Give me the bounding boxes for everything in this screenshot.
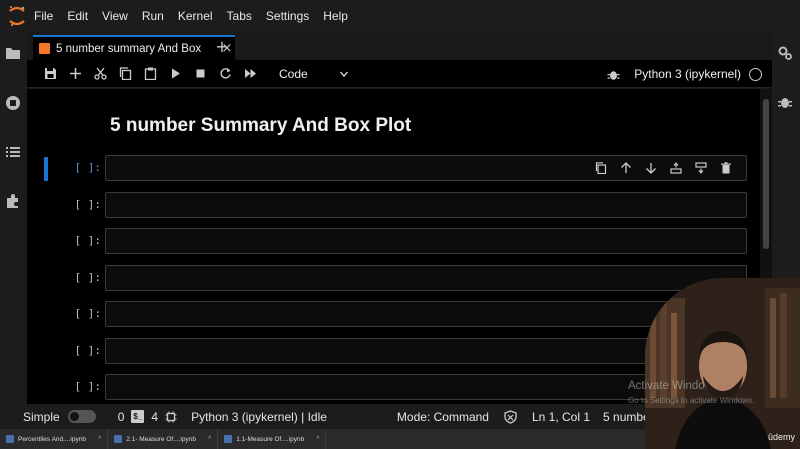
cell-prompt: [ ]: [74, 344, 102, 357]
folder-icon[interactable] [4, 44, 22, 62]
running-kernels-icon[interactable] [4, 94, 22, 112]
webcam-overlay [645, 278, 800, 449]
menu-help[interactable]: Help [323, 9, 348, 23]
markdown-heading: 5 number Summary And Box Plot [110, 115, 412, 136]
cursor-position[interactable]: Ln 1, Col 1 [532, 410, 590, 424]
debugger-bug-icon[interactable] [776, 93, 794, 111]
notebook-icon [39, 43, 50, 54]
security-shield-icon[interactable] [504, 409, 517, 424]
kernel-status-text[interactable]: Python 3 (ipykernel) | Idle [191, 410, 327, 424]
cell-editor[interactable] [105, 265, 747, 291]
kernels-count: 4 [151, 409, 159, 424]
table-of-contents-icon[interactable] [4, 143, 22, 161]
run-icon[interactable] [163, 64, 188, 84]
menu-view[interactable]: View [102, 9, 128, 23]
code-cell[interactable]: [ ]: [27, 228, 760, 254]
kernel-status-icon [749, 67, 762, 81]
menu-run[interactable]: Run [142, 9, 164, 23]
debug-bug-icon[interactable] [601, 64, 626, 84]
active-cell-marker [44, 157, 48, 181]
file-icon [6, 435, 14, 443]
download-item-label: 2.1- Measure Of....ipynb [126, 435, 196, 443]
menu-file[interactable]: File [34, 9, 53, 23]
cell-prompt: [ ]: [74, 307, 102, 320]
tab-notebook[interactable]: 5 number summary And Box × [33, 35, 235, 60]
cell-prompt: [ ]: [74, 161, 102, 174]
kernel-indicator: Python 3 (ipykernel) [601, 60, 762, 88]
cell-type-select[interactable]: Code [279, 67, 349, 81]
restart-icon[interactable] [213, 64, 238, 84]
scrollbar-thumb[interactable] [763, 99, 769, 249]
code-cell[interactable]: [ ]: [27, 265, 760, 291]
notebook-toolbar: Code Python 3 (ipykernel) [27, 60, 772, 88]
activate-windows-subtitle: Go to Settings to activate Windows. [628, 396, 755, 405]
chevron-up-icon[interactable]: ^ [316, 436, 319, 443]
presenter-video-image [645, 278, 800, 449]
kernel-chip-icon[interactable] [165, 411, 177, 423]
save-icon[interactable] [38, 64, 63, 84]
simple-mode-toggle[interactable] [67, 410, 96, 423]
cell-editor[interactable] [105, 155, 747, 181]
code-cell[interactable]: [ ]: [27, 301, 760, 327]
paste-icon[interactable] [138, 64, 163, 84]
left-sidebar [0, 32, 27, 404]
cell-editor[interactable] [105, 301, 747, 327]
menu-tabs[interactable]: Tabs [227, 9, 252, 23]
menu-kernel[interactable]: Kernel [178, 9, 213, 23]
move-down-icon[interactable] [638, 159, 663, 177]
duplicate-cell-icon[interactable] [588, 159, 613, 177]
notebook-mode: Mode: Command [396, 409, 489, 424]
menu-settings[interactable]: Settings [266, 9, 309, 23]
tab-bar: 5 number summary And Box × + [27, 32, 772, 60]
cut-icon[interactable] [88, 64, 113, 84]
menu-edit[interactable]: Edit [67, 9, 88, 23]
udemy-watermark: ûdemy [768, 432, 796, 442]
kernel-name[interactable]: Python 3 (ipykernel) [634, 67, 741, 81]
cell-type-value: Code [279, 66, 308, 81]
insert-below-icon[interactable] [688, 159, 713, 177]
download-item-label: Percentiles And....ipynb [18, 435, 86, 443]
cell-editor[interactable] [105, 228, 747, 254]
chevron-up-icon[interactable]: ^ [208, 436, 211, 443]
simple-mode-label: Simple [23, 409, 60, 424]
delete-cell-icon[interactable] [713, 159, 738, 177]
activate-windows-title: Activate Windo [628, 380, 705, 392]
stop-icon[interactable] [188, 64, 213, 84]
jupyter-logo-icon [0, 0, 34, 32]
cell-prompt: [ ]: [74, 271, 102, 284]
terminal-icon[interactable]: $_ [131, 410, 145, 423]
cell-editor[interactable] [105, 192, 747, 218]
download-item[interactable]: 1.1-Measure Of....ipynb ^ [218, 429, 327, 449]
chevron-up-icon[interactable]: ^ [98, 436, 101, 443]
cell-prompt: [ ]: [74, 198, 102, 211]
cell-prompt: [ ]: [74, 234, 102, 247]
code-cell[interactable]: [ ]: [27, 192, 760, 218]
cell-toolbar [588, 159, 738, 177]
chevron-down-icon [339, 71, 349, 77]
cell-prompt: [ ]: [74, 380, 102, 393]
code-cell[interactable]: [ ]: [27, 155, 760, 181]
extensions-puzzle-icon[interactable] [4, 192, 22, 210]
insert-above-icon[interactable] [663, 159, 688, 177]
download-item-label: 1.1-Measure Of....ipynb [236, 435, 305, 443]
file-icon [224, 435, 233, 443]
menu-bar: File Edit View Run Kernel Tabs Settings … [0, 0, 800, 32]
copy-icon[interactable] [113, 64, 138, 84]
file-icon [114, 435, 123, 443]
terminals-count: 0 [117, 409, 125, 424]
add-cell-icon[interactable] [63, 64, 88, 84]
property-inspector-gears-icon[interactable] [776, 44, 794, 62]
download-item[interactable]: Percentiles And....ipynb ^ [0, 429, 109, 449]
move-up-icon[interactable] [613, 159, 638, 177]
tab-label: 5 number summary And Box [56, 42, 202, 55]
add-tab-button[interactable]: + [211, 37, 233, 57]
download-item[interactable]: 2.1- Measure Of....ipynb ^ [108, 429, 219, 449]
fast-forward-icon[interactable] [238, 64, 263, 84]
